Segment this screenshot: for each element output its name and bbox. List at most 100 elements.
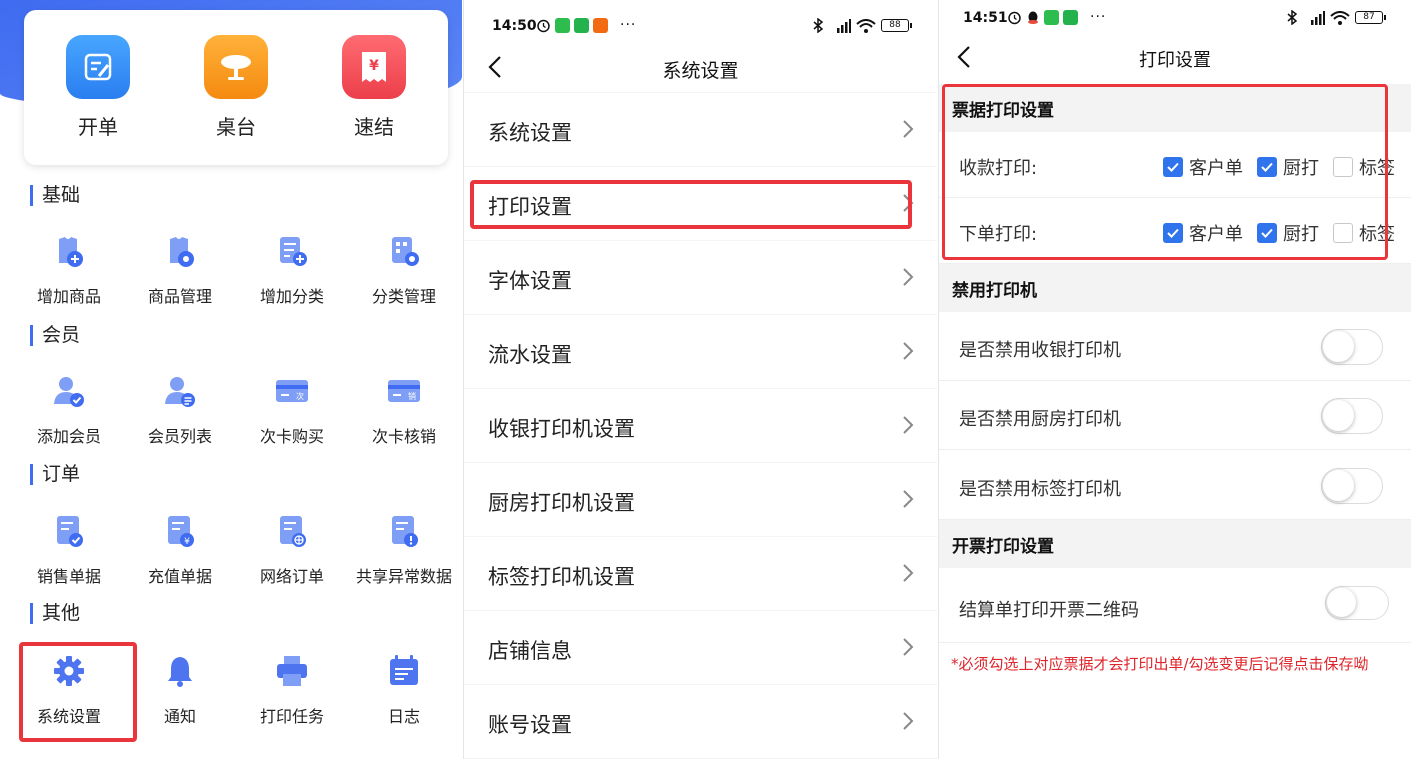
- more-dots-icon: ···: [1090, 9, 1107, 25]
- group-title-invoice: 开票打印设置: [939, 520, 1411, 568]
- toggle-invoice-qrcode[interactable]: [1325, 586, 1389, 620]
- settings-item-label: 收银打印机设置: [488, 417, 635, 441]
- grid-item-add-product[interactable]: 增加商品: [13, 233, 125, 307]
- chevron-right-icon: [903, 712, 914, 730]
- save-reminder-note: *必须勾选上对应票据才会打印出单/勾选变更后记得点击保存呦: [951, 655, 1369, 673]
- settings-item-label-printer[interactable]: 标签打印机设置: [464, 537, 937, 610]
- chevron-right-icon: [903, 342, 914, 360]
- grid-item-category-manage[interactable]: 分类管理: [348, 233, 460, 307]
- grid-item-product-manage[interactable]: 商品管理: [124, 233, 236, 307]
- status-time: 14:51: [963, 10, 1008, 26]
- settings-item-label: 店铺信息: [488, 639, 572, 663]
- row-label: 是否禁用收银打印机: [959, 340, 1121, 361]
- settings-item-shop-info[interactable]: 店铺信息: [464, 611, 937, 684]
- disable-row-kitchen: 是否禁用厨房打印机: [939, 381, 1411, 450]
- grid-item-print-task[interactable]: 打印任务: [236, 653, 348, 727]
- settings-item-account[interactable]: 账号设置: [464, 685, 937, 758]
- settings-item-label: 厨房打印机设置: [488, 491, 635, 515]
- toggle-knob: [1323, 470, 1354, 501]
- grid-label: 增加分类: [259, 287, 324, 306]
- settings-item-kitchen-printer[interactable]: 厨房打印机设置: [464, 463, 937, 536]
- grid-item-sales-doc[interactable]: 销售单据: [13, 513, 125, 587]
- row-label: 结算单打印开票二维码: [959, 600, 1139, 621]
- grid-label: 分类管理: [371, 287, 436, 306]
- qq-icon: [1028, 11, 1038, 24]
- add-product-icon: [51, 233, 87, 269]
- disable-row-cashier: 是否禁用收银打印机: [939, 312, 1411, 381]
- toggle-disable-kitchen[interactable]: [1321, 398, 1383, 434]
- table-icon: [204, 35, 268, 99]
- system-settings-panel: 14:50 ··· 88 系统设置 系统设置 打印设置 字体设置 流水设置 收银…: [463, 0, 937, 759]
- grid-label: 通知: [163, 707, 196, 726]
- toggle-knob: [1323, 331, 1354, 362]
- quick-label: 开单: [78, 115, 118, 139]
- grid-item-log[interactable]: 日志: [348, 653, 460, 727]
- grid-item-recharge-doc[interactable]: ¥ 充值单据: [124, 513, 236, 587]
- nav-bar: 打印设置: [939, 36, 1411, 84]
- chevron-right-icon: [903, 638, 914, 656]
- quick-open-order[interactable]: 开单: [48, 35, 148, 140]
- grid-item-online-order[interactable]: 网络订单: [236, 513, 348, 587]
- phone-app-icon: [1063, 9, 1078, 25]
- page-title: 打印设置: [1139, 50, 1211, 71]
- printer-icon: [274, 653, 310, 689]
- status-time: 14:50: [492, 18, 537, 34]
- status-bar: 14:51 ··· 87: [939, 4, 1411, 34]
- bluetooth-icon: [1287, 10, 1298, 25]
- bell-icon: [162, 653, 198, 689]
- settings-item-flow[interactable]: 流水设置: [464, 315, 937, 388]
- grid-label: 销售单据: [36, 567, 101, 586]
- highlight-box: [470, 180, 912, 229]
- card-badge: 销: [408, 391, 416, 401]
- grid-item-notice[interactable]: 通知: [124, 653, 236, 727]
- status-bar: 14:50 ··· 88: [464, 12, 937, 42]
- grid-label: 会员列表: [147, 427, 212, 446]
- signal-icon: [837, 18, 851, 33]
- invoice-row-qrcode: 结算单打印开票二维码: [939, 568, 1411, 643]
- group-title-disable: 禁用打印机: [939, 264, 1411, 312]
- grid-item-card-redeem[interactable]: 销 次卡核销: [348, 373, 460, 447]
- mi-app-icon: [593, 17, 608, 33]
- grid-item-card-buy[interactable]: 次 次卡购买: [236, 373, 348, 447]
- grid-item-add-member[interactable]: 添加会员: [13, 373, 125, 447]
- phone-app-icon: [574, 17, 589, 33]
- edit-order-icon: [66, 35, 130, 99]
- settings-item-label: 流水设置: [488, 343, 572, 367]
- grid-item-exception-data[interactable]: 共享异常数据: [348, 513, 460, 587]
- battery-indicator: 88: [881, 19, 912, 32]
- grid-label: 增加商品: [36, 287, 101, 306]
- toggle-disable-label[interactable]: [1321, 468, 1383, 504]
- grid-label: 次卡购买: [259, 427, 324, 446]
- quick-checkout[interactable]: ¥ 速结: [324, 35, 424, 140]
- alarm-icon: [537, 19, 550, 32]
- exception-data-icon: [386, 513, 422, 549]
- quick-table[interactable]: 桌台: [186, 35, 286, 140]
- settings-item-cashier-printer[interactable]: 收银打印机设置: [464, 389, 937, 462]
- svg-text:¥: ¥: [184, 537, 190, 547]
- settings-item-label: 字体设置: [488, 269, 572, 293]
- grid-item-add-category[interactable]: 增加分类: [236, 233, 348, 307]
- member-list-icon: [162, 373, 198, 409]
- toggle-knob: [1327, 588, 1356, 617]
- row-label: 是否禁用厨房打印机: [959, 409, 1121, 430]
- print-settings-panel: 14:51 ··· 87 打印设置 票据打印设置 收款打印: 客户单 厨打 标签…: [938, 0, 1411, 759]
- nav-bar: 系统设置: [464, 44, 937, 92]
- grid-label: 打印任务: [259, 707, 324, 726]
- settings-item-font[interactable]: 字体设置: [464, 241, 937, 314]
- card-buy-icon: 次: [274, 373, 310, 409]
- grid-item-member-list[interactable]: 会员列表: [124, 373, 236, 447]
- settings-item-system[interactable]: 系统设置: [464, 93, 937, 166]
- wechat-icon: [555, 17, 570, 33]
- grid-label: 网络订单: [259, 567, 324, 586]
- bluetooth-icon: [813, 18, 824, 33]
- status-left-icons: ···: [1007, 9, 1106, 25]
- grid-label: 商品管理: [147, 287, 212, 306]
- battery-indicator: 87: [1355, 11, 1386, 24]
- category-manage-icon: [386, 233, 422, 269]
- product-manage-icon: [162, 233, 198, 269]
- grid-label: 日志: [387, 707, 420, 726]
- chevron-right-icon: [903, 490, 914, 508]
- card-badge: 次: [296, 391, 304, 401]
- toggle-disable-cashier[interactable]: [1321, 329, 1383, 365]
- disable-row-label: 是否禁用标签打印机: [939, 450, 1411, 520]
